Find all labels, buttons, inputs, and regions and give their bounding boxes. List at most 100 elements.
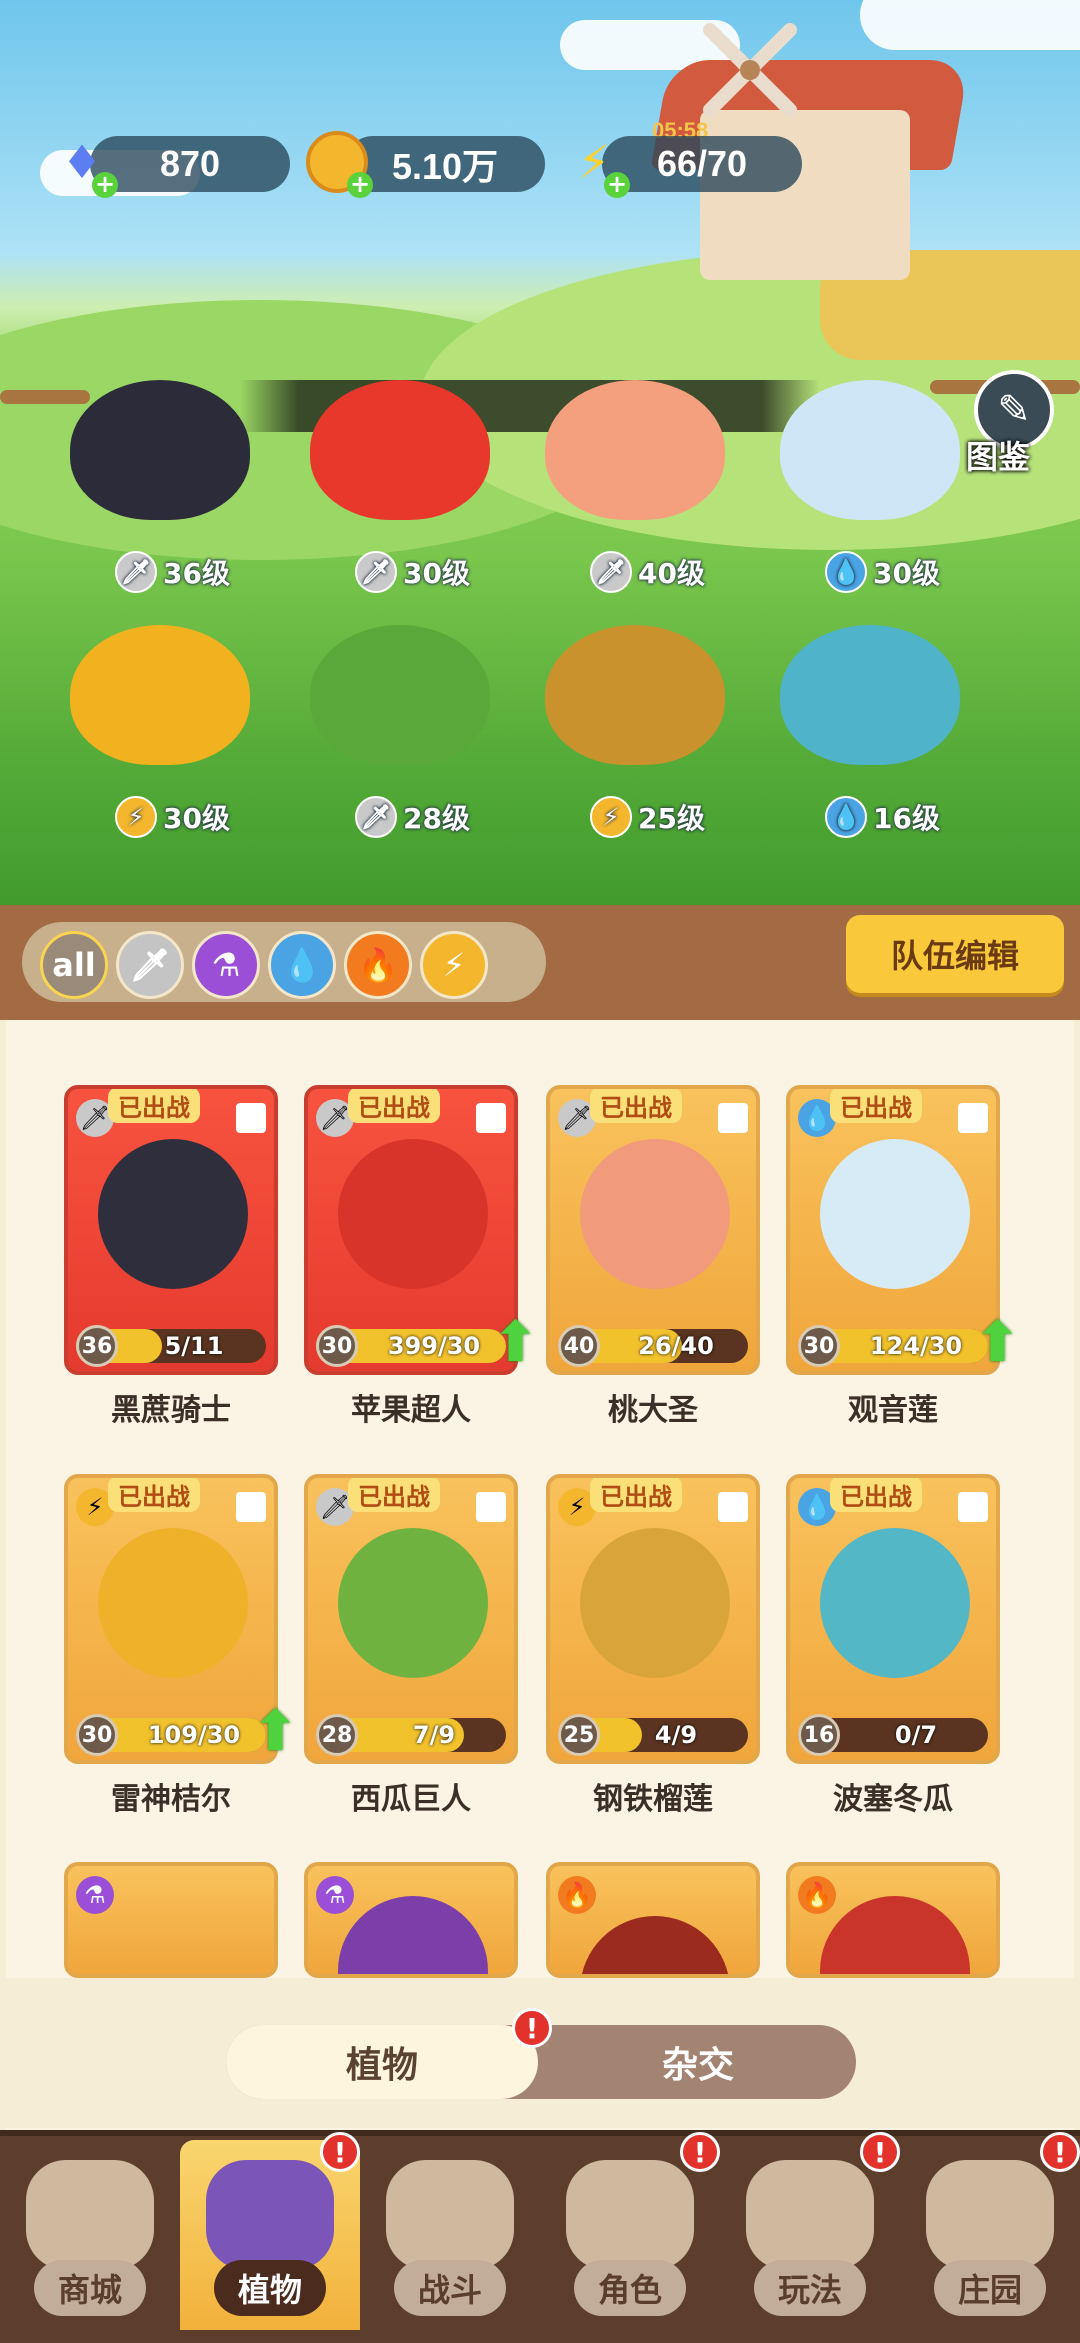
nav-icon xyxy=(566,2160,694,2270)
slot-icon xyxy=(236,1103,266,1133)
energy-value: 66/70 xyxy=(602,136,802,192)
card-level: 36 xyxy=(76,1325,118,1367)
fragment-count: 26/40 xyxy=(638,1332,714,1360)
fragment-count: 399/30 xyxy=(387,1332,481,1360)
nav-item[interactable]: 庄园! xyxy=(900,2132,1080,2330)
plant-card[interactable]: 🗡 已出战 26/40 40 xyxy=(546,1085,760,1375)
upgrade-arrow-icon: ⬆ xyxy=(252,1699,299,1764)
alert-badge: ! xyxy=(320,2132,360,2172)
cloud xyxy=(860,0,1080,50)
nav-item[interactable]: 商城 xyxy=(0,2140,180,2330)
alert-badge: ! xyxy=(860,2132,900,2172)
plant-dex-button[interactable]: ✎ 图鉴 xyxy=(964,370,1074,480)
gem-counter[interactable]: 870 ♦ + xyxy=(50,130,290,198)
fragment-progress-bar: 4/9 25 xyxy=(558,1714,748,1756)
formation-plant[interactable] xyxy=(780,625,960,765)
plant-card[interactable]: ⚡ 已出战 109/30 30 xyxy=(64,1474,278,1764)
filter-sword-button[interactable]: 🗡 xyxy=(116,931,184,999)
plant-portrait xyxy=(338,1528,488,1678)
team-edit-button[interactable]: 队伍编辑 xyxy=(846,915,1064,993)
nav-icon xyxy=(386,2160,514,2270)
formation-level: 🗡 36级 xyxy=(115,551,230,593)
coin-value: 5.10万 xyxy=(345,136,545,192)
filter-all-button[interactable]: all xyxy=(40,931,108,999)
formation-level: 💧 16级 xyxy=(825,796,940,838)
deployed-badge: 已出战 xyxy=(348,1478,440,1512)
nav-icon xyxy=(926,2160,1054,2270)
plant-portrait xyxy=(820,1528,970,1678)
fire-icon: 🔥 xyxy=(798,1876,836,1914)
fragment-progress-bar: 7/9 28 xyxy=(316,1714,506,1756)
fire-icon: 🔥 xyxy=(558,1876,596,1914)
formation-plant[interactable] xyxy=(780,380,960,520)
nav-icon xyxy=(26,2160,154,2270)
plant-card-partial[interactable]: ⚗ xyxy=(304,1862,518,1978)
fragment-progress-bar: 5/11 36 xyxy=(76,1325,266,1367)
lightning-icon: ⚡ xyxy=(442,946,466,984)
water-drop-icon: 💧 xyxy=(825,796,867,838)
card-level: 25 xyxy=(558,1714,600,1756)
plant-portrait xyxy=(820,1896,970,1974)
card-level: 30 xyxy=(798,1325,840,1367)
nav-item[interactable]: 玩法! xyxy=(720,2132,900,2330)
formation-plant[interactable] xyxy=(310,380,490,520)
fragment-count: 4/9 xyxy=(654,1721,698,1749)
fragment-progress-bar: 124/30 30 xyxy=(798,1325,988,1367)
deployed-badge: 已出战 xyxy=(830,1089,922,1123)
formation-plant[interactable] xyxy=(70,625,250,765)
level-text: 28级 xyxy=(403,802,470,835)
lightning-icon: ⚡ xyxy=(590,796,632,838)
nav-item[interactable]: 植物! xyxy=(180,2132,360,2330)
plant-portrait xyxy=(580,1916,730,1974)
water-drop-icon: 💧 xyxy=(282,946,322,984)
plant-card[interactable]: 🗡 已出战 5/11 36 xyxy=(64,1085,278,1375)
filter-fire-button[interactable]: 🔥 xyxy=(344,931,412,999)
sword-icon: 🗡 xyxy=(590,551,632,593)
formation-plant[interactable] xyxy=(545,380,725,520)
plant-card[interactable]: 🗡 已出战 399/30 30 xyxy=(304,1085,518,1375)
formation-plant[interactable] xyxy=(310,625,490,765)
plant-name: 西瓜巨人 xyxy=(351,1782,471,1817)
slot-icon xyxy=(476,1103,506,1133)
formation-plant[interactable] xyxy=(70,380,250,520)
water-drop-icon: 💧 xyxy=(825,551,867,593)
coin-counter[interactable]: 5.10万 + xyxy=(305,130,545,198)
level-text: 16级 xyxy=(873,802,940,835)
deployed-badge: 已出战 xyxy=(108,1478,200,1512)
slot-icon xyxy=(236,1492,266,1522)
plant-card-partial[interactable]: 🔥 xyxy=(546,1862,760,1978)
tab-plants[interactable]: 植物 xyxy=(226,2025,538,2099)
coin-icon: + xyxy=(305,130,373,198)
sword-icon: 🗡 xyxy=(129,946,171,984)
plant-card[interactable]: 🗡 已出战 7/9 28 xyxy=(304,1474,518,1764)
alert-badge: ! xyxy=(1040,2132,1080,2172)
formation-plant[interactable] xyxy=(545,625,725,765)
plant-card[interactable]: 💧 已出战 124/30 30 xyxy=(786,1085,1000,1375)
fragment-progress-bar: 109/30 30 xyxy=(76,1714,266,1756)
card-level: 40 xyxy=(558,1325,600,1367)
plant-name: 苹果超人 xyxy=(351,1393,471,1428)
level-text: 36级 xyxy=(163,557,230,590)
plant-portrait xyxy=(820,1139,970,1289)
level-text: 30级 xyxy=(163,802,230,835)
plant-card[interactable]: 💧 已出战 0/7 16 xyxy=(786,1474,1000,1764)
nav-item[interactable]: 战斗 xyxy=(360,2140,540,2330)
fragment-progress-bar: 26/40 40 xyxy=(558,1325,748,1367)
energy-counter[interactable]: 66/70 ⚡ + xyxy=(562,130,802,198)
fragment-count: 5/11 xyxy=(164,1332,224,1360)
tab-hybrid[interactable]: 杂交 xyxy=(540,2025,856,2099)
filter-lightning-button[interactable]: ⚡ xyxy=(420,931,488,999)
nav-label: 商城 xyxy=(34,2260,146,2316)
plant-portrait xyxy=(98,1139,248,1289)
formation-level: ⚡ 25级 xyxy=(590,796,705,838)
plant-card-partial[interactable]: ⚗ xyxy=(64,1862,278,1978)
deployed-badge: 已出战 xyxy=(108,1089,200,1123)
filter-water-button[interactable]: 💧 xyxy=(268,931,336,999)
plant-card-partial[interactable]: 🔥 xyxy=(786,1862,1000,1978)
formation-level: 🗡 30级 xyxy=(355,551,470,593)
filter-potion-button[interactable]: ⚗ xyxy=(192,931,260,999)
nav-item[interactable]: 角色! xyxy=(540,2132,720,2330)
plant-card[interactable]: ⚡ 已出战 4/9 25 xyxy=(546,1474,760,1764)
card-level: 30 xyxy=(76,1714,118,1756)
gem-value: 870 xyxy=(90,136,290,192)
